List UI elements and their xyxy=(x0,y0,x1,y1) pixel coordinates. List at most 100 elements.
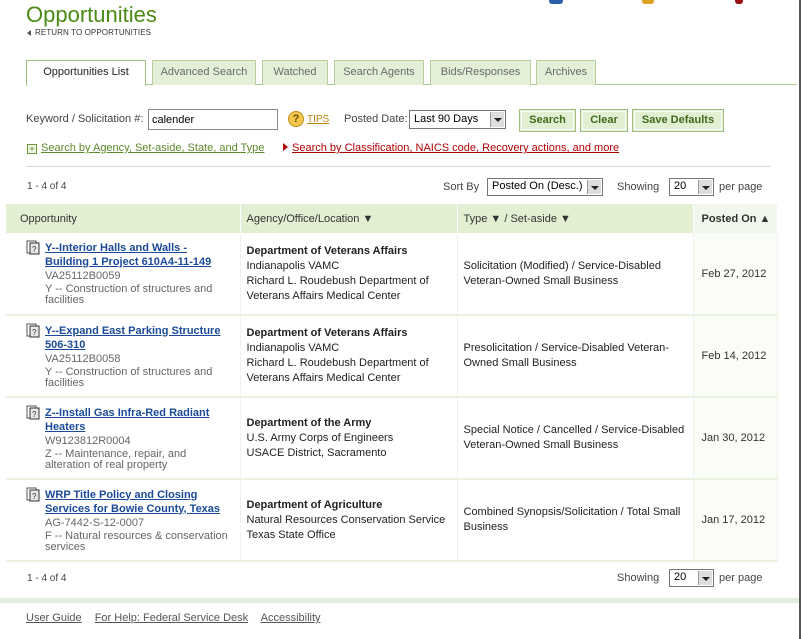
red-triangle-icon xyxy=(283,143,288,151)
clear-button[interactable]: Clear xyxy=(580,109,628,132)
table-row: ? WRP Title Policy and Closing Services … xyxy=(6,479,778,562)
results-count-bottom: 1 - 4 of 4 xyxy=(27,573,67,584)
doc-question-icon: ? xyxy=(26,405,40,420)
table-row: ? Y--Interior Halls and Walls - Building… xyxy=(6,233,778,316)
solicitation-number: VA25112B0058 xyxy=(45,352,121,365)
agency-cell: Department of Agriculture Natural Resour… xyxy=(240,479,458,562)
top-mark-yellow xyxy=(642,0,654,4)
location-name: Richard L. Roudebush Department of Veter… xyxy=(246,274,429,302)
posted-date-cell: Jan 17, 2012 xyxy=(693,479,778,562)
footer-links: User Guide For Help: Federal Service Des… xyxy=(26,612,331,624)
agency-search-link-label: Search by Agency, Set-aside, State, and … xyxy=(41,142,265,154)
showing-label-top: Showing xyxy=(617,181,660,193)
showing-label-bottom: Showing xyxy=(617,572,660,584)
page-size-value-top: 20 xyxy=(674,180,687,192)
table-header-row: Opportunity Agency/Office/Location ▼ Typ… xyxy=(6,204,778,233)
opportunity-cell: ? Y--Expand East Parking Structure 506-3… xyxy=(6,315,241,398)
location-name: USACE District, Sacramento xyxy=(246,446,387,459)
posted-date-value: Last 90 Days xyxy=(414,113,479,125)
return-link-label: RETURN TO OPPORTUNITIES xyxy=(35,28,152,37)
save-defaults-button[interactable]: Save Defaults xyxy=(632,109,724,132)
per-page-label-bottom: per page xyxy=(719,572,763,584)
page-size-value-bottom: 20 xyxy=(674,571,687,583)
top-mark-red xyxy=(735,0,743,4)
svg-text:?: ? xyxy=(32,328,37,337)
type-cell: Solicitation (Modified) / Service-Disabl… xyxy=(457,233,694,316)
posted-date-select[interactable]: Last 90 Days xyxy=(409,110,506,129)
svg-text:?: ? xyxy=(32,410,37,419)
return-to-opportunities-link[interactable]: RETURN TO OPPORTUNITIES xyxy=(27,28,151,37)
classification-code: Y -- Construction of structures and faci… xyxy=(45,365,213,389)
column-posted-on[interactable]: Posted On ▲ xyxy=(693,204,778,233)
location-name: Texas State Office xyxy=(246,528,336,541)
tab-search-agents[interactable]: Search Agents xyxy=(334,60,424,85)
agency-name: Department of Veterans Affairs xyxy=(246,244,408,257)
location-name: Richard L. Roudebush Department of Veter… xyxy=(246,357,429,384)
agency-cell: Department of Veterans Affairs Indianapo… xyxy=(240,315,458,398)
column-type[interactable]: Type ▼ / Set-aside ▼ xyxy=(457,204,694,233)
footer-link-service-desk[interactable]: For Help: Federal Service Desk xyxy=(95,612,248,624)
footer-link-accessibility[interactable]: Accessibility xyxy=(261,612,321,624)
classification-search-link[interactable]: Search by Classification, NAICS code, Re… xyxy=(283,142,619,154)
agency-name: Department of Veterans Affairs xyxy=(246,327,408,339)
tab-watched[interactable]: Watched xyxy=(262,60,328,85)
tab-advanced-search[interactable]: Advanced Search xyxy=(152,60,256,85)
office-name: Indianapolis VAMC xyxy=(246,259,340,272)
dropdown-arrow-icon xyxy=(698,180,712,194)
classification-code: Y -- Construction of structures and faci… xyxy=(45,283,213,306)
office-name: Indianapolis VAMC xyxy=(246,342,340,354)
opportunity-title-link[interactable]: Z--Install Gas Infra-Red Radiant Heaters xyxy=(45,406,234,434)
dropdown-arrow-icon xyxy=(490,112,504,127)
page-size-select-bottom[interactable]: 20 xyxy=(669,569,714,587)
opportunity-cell: ? Z--Install Gas Infra-Red Radiant Heate… xyxy=(6,397,241,480)
opportunity-cell: ? Y--Interior Halls and Walls - Building… xyxy=(6,233,241,316)
footer-link-user-guide[interactable]: User Guide xyxy=(26,612,82,624)
tips-link[interactable]: TIPS xyxy=(307,114,329,125)
classification-code: Z -- Maintenance, repair, and alteration… xyxy=(45,447,187,471)
type-cell: Presolicitation / Service-Disabled Veter… xyxy=(457,315,694,398)
solicitation-number: AG-7442-S-12-0007 xyxy=(45,516,145,529)
dropdown-arrow-icon xyxy=(587,180,601,194)
opportunity-title-link[interactable]: Y--Expand East Parking Structure 506-310 xyxy=(45,324,234,352)
tab-archives[interactable]: Archives xyxy=(536,60,596,85)
footer-divider xyxy=(0,598,801,603)
search-button[interactable]: Search xyxy=(519,109,576,132)
table-row: ? Z--Install Gas Infra-Red Radiant Heate… xyxy=(6,397,778,480)
help-question-icon[interactable]: ? xyxy=(288,111,304,127)
opportunity-title-link[interactable]: WRP Title Policy and Closing Services fo… xyxy=(45,488,234,516)
table-row: ? Y--Expand East Parking Structure 506-3… xyxy=(6,315,778,398)
keyword-input[interactable] xyxy=(148,109,278,130)
opportunity-cell: ? WRP Title Policy and Closing Services … xyxy=(6,479,241,562)
per-page-label-top: per page xyxy=(719,181,763,193)
back-arrow-icon xyxy=(27,29,31,36)
column-opportunity: Opportunity xyxy=(6,204,241,233)
posted-date-cell: Jan 30, 2012 xyxy=(693,397,778,480)
office-name: Natural Resources Conservation Service xyxy=(246,513,446,526)
posted-date-cell: Feb 27, 2012 xyxy=(693,233,778,316)
posted-date-label: Posted Date: xyxy=(344,113,408,125)
top-mark-blue xyxy=(549,0,563,4)
divider-top xyxy=(26,166,771,167)
opportunity-title-link[interactable]: Y--Interior Halls and Walls - Building 1… xyxy=(45,241,234,269)
agency-name: Department of the Army xyxy=(246,416,372,429)
tab-bids-responses[interactable]: Bids/Responses xyxy=(430,60,531,85)
plus-box-icon: + xyxy=(27,144,37,154)
posted-date-cell: Feb 14, 2012 xyxy=(693,315,778,398)
agency-search-link[interactable]: + Search by Agency, Set-aside, State, and… xyxy=(27,142,264,154)
tab-opportunities-list[interactable]: Opportunities List xyxy=(26,60,146,86)
solicitation-number: W9123812R0004 xyxy=(45,434,131,447)
doc-question-icon: ? xyxy=(26,487,40,502)
svg-text:?: ? xyxy=(32,245,37,254)
page-size-select-top[interactable]: 20 xyxy=(669,178,714,196)
column-agency[interactable]: Agency/Office/Location ▼ xyxy=(240,204,458,233)
sort-by-label: Sort By xyxy=(443,181,480,193)
tab-bar: Opportunities List Advanced Search Watch… xyxy=(26,60,797,86)
page-title: Opportunities xyxy=(26,2,157,27)
agency-cell: Department of Veterans Affairs Indianapo… xyxy=(240,233,458,316)
solicitation-number: VA25112B0059 xyxy=(45,270,121,282)
sort-by-select[interactable]: Posted On (Desc.) xyxy=(487,178,603,196)
results-count-top: 1 - 4 of 4 xyxy=(27,181,67,192)
type-cell: Special Notice / Cancelled / Service-Dis… xyxy=(457,397,694,480)
classification-code: F -- Natural resources & conservation se… xyxy=(45,529,228,553)
opportunities-table: Opportunity Agency/Office/Location ▼ Typ… xyxy=(6,204,778,562)
